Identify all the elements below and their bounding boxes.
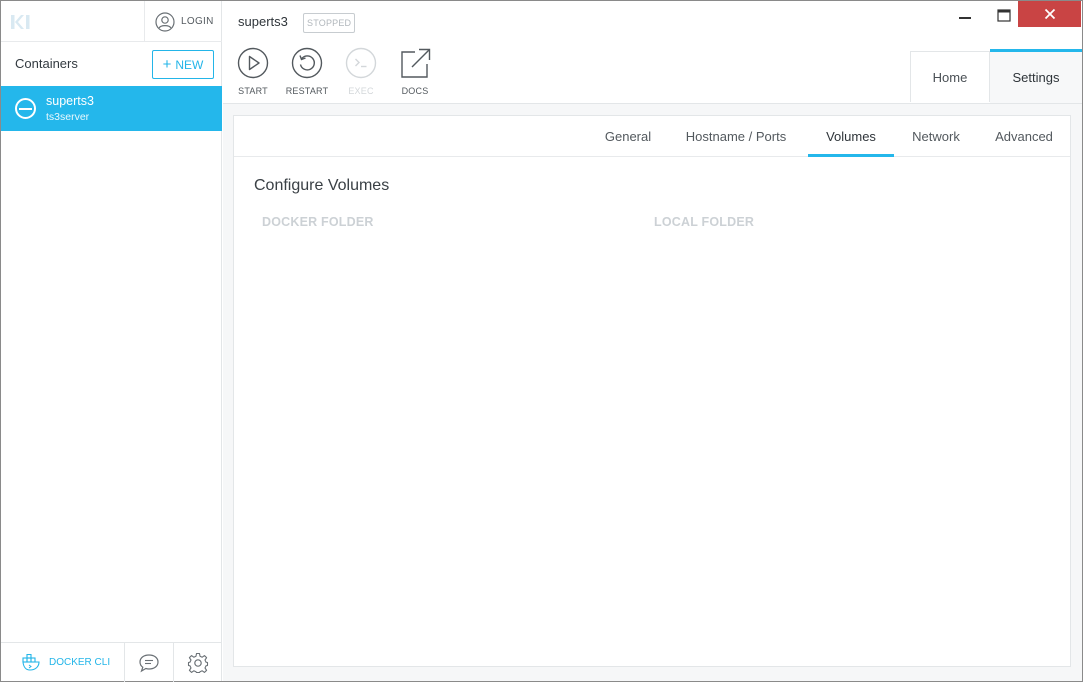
restart-label: RESTART [285, 86, 329, 96]
container-list-item[interactable]: superts3 ts3server [1, 86, 222, 131]
external-link-icon [401, 48, 431, 78]
exec-label: EXEC [348, 86, 374, 96]
new-button-label: NEW [175, 57, 204, 72]
minimize-icon [959, 17, 971, 19]
settings-subtabs: General Hostname / Ports Volumes Network… [234, 116, 1070, 157]
plus-icon: + [162, 55, 172, 73]
container-title: superts3 [238, 14, 288, 29]
terminal-icon [345, 47, 377, 79]
maximize-icon [996, 8, 1011, 22]
docker-folder-header: DOCKER FOLDER [262, 215, 374, 229]
stopped-icon [15, 98, 36, 119]
containers-header: Containers + NEW [1, 42, 222, 86]
docker-cli-icon [22, 653, 40, 671]
preferences-button[interactable] [174, 643, 222, 682]
kitematic-logo [11, 15, 30, 29]
start-label: START [238, 86, 268, 96]
local-folder-header: LOCAL FOLDER [654, 215, 755, 229]
app-window: LOGIN Containers + NEW superts3 ts3serve… [0, 0, 1083, 682]
subtab-general[interactable]: General [592, 116, 664, 157]
minimize-button[interactable] [942, 1, 988, 29]
section-title: Configure Volumes [254, 177, 390, 194]
restart-icon [291, 47, 323, 79]
restart-button[interactable]: RESTART [283, 47, 331, 96]
containers-title: Containers [15, 56, 78, 71]
docs-label: DOCS [401, 86, 429, 96]
status-badge: STOPPED [303, 13, 356, 33]
subtab-network[interactable]: Network [902, 116, 970, 157]
settings-panel: General Hostname / Ports Volumes Network… [233, 115, 1071, 667]
main-area: superts3 STOPPED START RESTART EXEC DOCS… [223, 1, 1082, 681]
start-button[interactable]: START [229, 47, 277, 96]
sidebar-top-bar: LOGIN [1, 1, 222, 42]
subtab-hostname-ports[interactable]: Hostname / Ports [674, 116, 798, 157]
login-label: LOGIN [181, 16, 214, 27]
play-icon [237, 47, 269, 79]
tab-settings[interactable]: Settings [990, 49, 1082, 103]
container-name: superts3 [46, 94, 94, 108]
container-header: superts3 STOPPED START RESTART EXEC DOCS… [223, 1, 1082, 103]
close-button[interactable] [1018, 1, 1081, 27]
container-image: ts3server [46, 111, 90, 123]
content-area: General Hostname / Ports Volumes Network… [223, 103, 1082, 681]
feedback-button[interactable] [125, 643, 174, 682]
docker-cli-button[interactable]: DOCKER CLI [1, 643, 125, 682]
user-icon [155, 11, 175, 32]
maximize-button[interactable] [988, 1, 1019, 29]
tab-home[interactable]: Home [910, 51, 990, 102]
sidebar: LOGIN Containers + NEW superts3 ts3serve… [1, 1, 222, 682]
sidebar-footer: DOCKER CLI [1, 642, 222, 682]
gear-icon [187, 652, 209, 673]
new-container-button[interactable]: + NEW [152, 50, 214, 79]
subtab-volumes[interactable]: Volumes [808, 116, 894, 157]
close-icon [1044, 8, 1055, 20]
docker-cli-label: DOCKER CLI [49, 657, 111, 668]
login-button[interactable]: LOGIN [144, 1, 222, 42]
subtab-advanced[interactable]: Advanced [986, 116, 1062, 157]
docs-button[interactable]: DOCS [391, 47, 439, 96]
exec-button[interactable]: EXEC [337, 47, 385, 96]
chat-bubble-icon [139, 653, 159, 672]
